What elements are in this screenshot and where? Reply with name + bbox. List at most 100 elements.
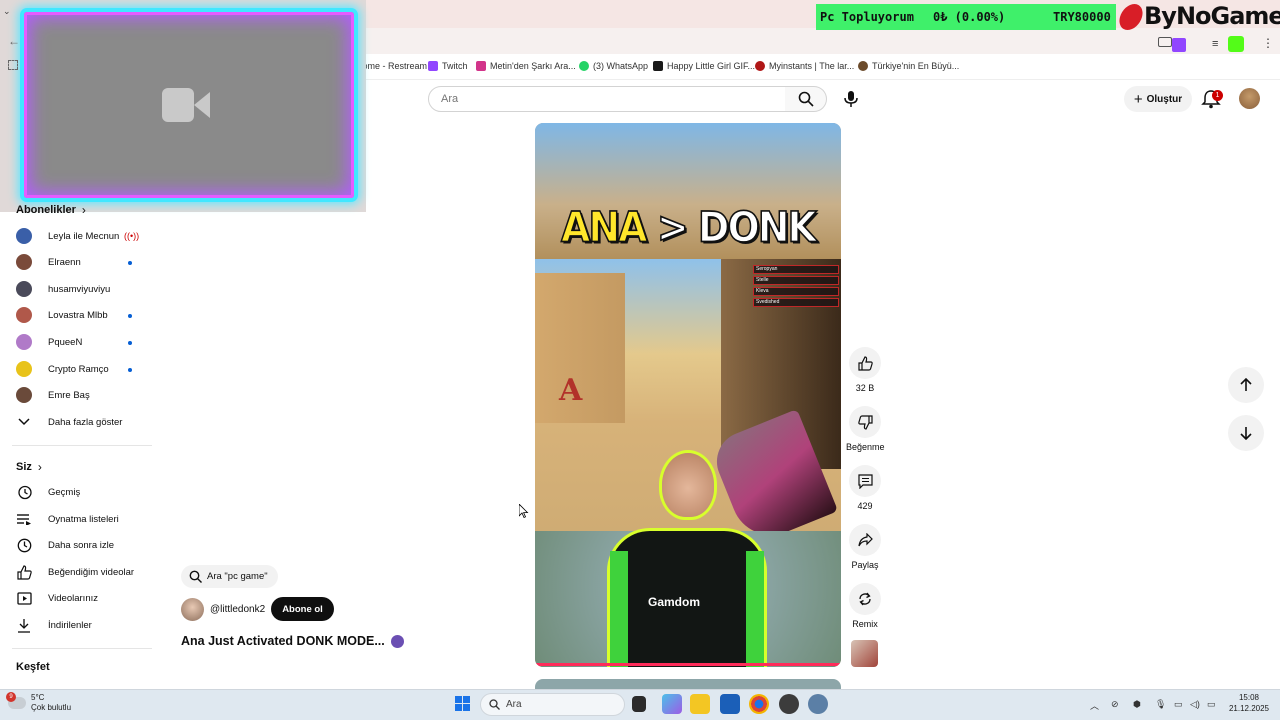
windows-start-icon[interactable]: [455, 696, 471, 712]
security-icon[interactable]: ⬢: [1133, 699, 1141, 710]
bynogame-mark-icon: [1116, 4, 1146, 30]
bynogame-logo: ByNoGame: [1116, 2, 1280, 32]
next-short-preview[interactable]: [535, 679, 841, 689]
create-button[interactable]: + Oluştur: [1124, 86, 1192, 112]
short-title: Ana Just Activated DONK MODE...: [181, 634, 404, 649]
twitch-icon: [428, 61, 438, 71]
live-icon: ((•)): [124, 231, 140, 241]
browser-menu-icon[interactable]: ⋮: [1262, 36, 1274, 50]
back-arrow-icon[interactable]: ←: [8, 34, 20, 48]
voice-search-button[interactable]: [838, 86, 864, 112]
sound-thumbnail[interactable]: [851, 640, 878, 667]
lyrics-icon: [476, 61, 486, 71]
plus-icon: +: [1133, 90, 1143, 108]
obs-icon[interactable]: [779, 694, 799, 714]
comment-icon: [857, 473, 873, 489]
previous-short-button[interactable]: [1228, 367, 1264, 403]
sidebar-item-playlists[interactable]: Oynatma listeleri: [16, 508, 146, 530]
taskbar-search[interactable]: Ara: [480, 693, 625, 716]
notification-badge: 1: [1212, 90, 1223, 101]
sidebar-item-husamviyuviyu[interactable]: husamviyuviyu: [16, 278, 146, 300]
chevron-down-icon: [16, 414, 32, 430]
search-button[interactable]: [785, 86, 827, 112]
kick-extension-icon[interactable]: [1228, 36, 1244, 52]
next-short-button[interactable]: [1228, 415, 1264, 451]
bookmark-site-icon: [858, 61, 868, 71]
microphone-icon: [844, 91, 858, 107]
network-off-icon[interactable]: ⊘: [1111, 699, 1119, 710]
dislike-button[interactable]: Beğenme: [846, 406, 885, 452]
watch-later-icon: [16, 537, 32, 553]
search-input[interactable]: [441, 87, 781, 111]
queue-icon[interactable]: ≡: [1212, 38, 1218, 50]
sidebar-item-your-videos[interactable]: Videolarınız: [16, 587, 146, 609]
mouse-cursor-icon: [519, 504, 529, 518]
sidebar-item-pqueen[interactable]: PqueeN: [16, 331, 146, 353]
file-explorer-icon[interactable]: [690, 694, 710, 714]
subscribe-button[interactable]: Abone ol: [271, 597, 334, 621]
share-button[interactable]: Paylaş: [846, 524, 884, 570]
sidebar-item-watch-later[interactable]: Daha sonra izle: [16, 534, 146, 556]
chevron-down-icon[interactable]: ⌄: [3, 6, 11, 17]
sidebar-item-emre-bas[interactable]: Emre Baş: [16, 384, 146, 406]
avatar: [16, 281, 32, 297]
remix-button[interactable]: Remix: [846, 583, 884, 629]
avatar: [16, 334, 32, 350]
tray-overflow-icon[interactable]: ︿: [1090, 699, 1099, 712]
sidebar-item-elraenn[interactable]: Elraenn: [16, 251, 146, 273]
like-button[interactable]: 32 B: [846, 347, 884, 393]
comments-button[interactable]: 429: [846, 465, 884, 511]
display-icon[interactable]: ▭: [1174, 699, 1183, 710]
sidebar-item-history[interactable]: Geçmiş: [16, 481, 146, 503]
cloud-icon: 9: [6, 692, 26, 709]
sidebar-item-downloads[interactable]: İndirilenler: [16, 614, 146, 636]
video-progress-bar[interactable]: [535, 663, 841, 666]
store-icon[interactable]: [720, 694, 740, 714]
bookmark-gif[interactable]: Happy Little Girl GIF...: [653, 61, 755, 71]
bookmark-myinstants[interactable]: Myinstants | The lar...: [755, 61, 854, 71]
video-blurred-top: ANA > DONK: [535, 123, 841, 259]
copilot-icon[interactable]: [662, 694, 682, 714]
you-heading[interactable]: Siz ›: [16, 460, 42, 474]
new-content-dot: [128, 314, 132, 318]
video-caption: ANA > DONK: [560, 202, 818, 252]
profile-avatar[interactable]: [1239, 88, 1260, 109]
taskbar-clock[interactable]: 15:08 21.12.2025: [1224, 692, 1274, 714]
microphone-icon[interactable]: 🎙: [1155, 699, 1166, 710]
volume-icon[interactable]: ◁): [1190, 699, 1200, 710]
sidebar-item-leyla-ile-mecnun[interactable]: Leyla ile Mecnun ((•)): [16, 225, 146, 247]
subscriptions-heading[interactable]: Abonelikler ›: [16, 203, 86, 217]
weather-widget[interactable]: 9 5°C Çok bulutlu: [6, 692, 71, 713]
new-content-dot: [128, 368, 132, 372]
channel-avatar[interactable]: [181, 597, 204, 621]
bookmark-turkey[interactable]: Türkiye'nin En Büyü...: [858, 61, 959, 71]
apps-icon[interactable]: [8, 60, 18, 70]
battery-icon[interactable]: ▭: [1207, 699, 1216, 710]
settings-gear-icon[interactable]: [808, 694, 828, 714]
channel-handle[interactable]: @littledonk2: [210, 604, 265, 615]
video-killfeed: Seropyan Stelle Kleva Svedished: [753, 265, 839, 309]
twitch-extension-icon[interactable]: [1172, 38, 1186, 52]
search-box[interactable]: [428, 86, 786, 112]
shorts-video-player[interactable]: ANA > DONK A Seropyan Stelle Kleva Svedi…: [535, 123, 841, 667]
show-more-button[interactable]: Daha fazla göster: [16, 411, 146, 433]
chrome-icon[interactable]: [749, 694, 769, 714]
cast-icon[interactable]: [1158, 37, 1172, 47]
chevron-right-icon: ›: [37, 460, 42, 474]
taskview-icon[interactable]: [632, 696, 646, 712]
your-videos-icon: [16, 590, 32, 606]
purple-demon-emoji-icon: [390, 635, 404, 649]
bookmark-twitch[interactable]: Twitch: [428, 61, 468, 71]
bookmark-restream[interactable]: Home - Restream: [356, 61, 427, 71]
sidebar-item-crypto-ramco[interactable]: Crypto Ramço: [16, 358, 146, 380]
bookmark-lyrics[interactable]: Metin'den Şarkı Ara...: [476, 61, 576, 71]
playlists-icon: [16, 511, 32, 527]
bookmark-whatsapp[interactable]: (3) WhatsApp: [579, 61, 648, 71]
avatar: [16, 254, 32, 270]
related-search-chip[interactable]: Ara "pc game": [181, 565, 278, 588]
chevron-right-icon: ›: [81, 203, 86, 217]
avatar: [16, 387, 32, 403]
sidebar-item-liked-videos[interactable]: Beğendiğim videolar: [16, 561, 146, 583]
sidebar-item-lovastra-mlbb[interactable]: Lovastra Mlbb: [16, 304, 146, 326]
avatar: [16, 228, 32, 244]
